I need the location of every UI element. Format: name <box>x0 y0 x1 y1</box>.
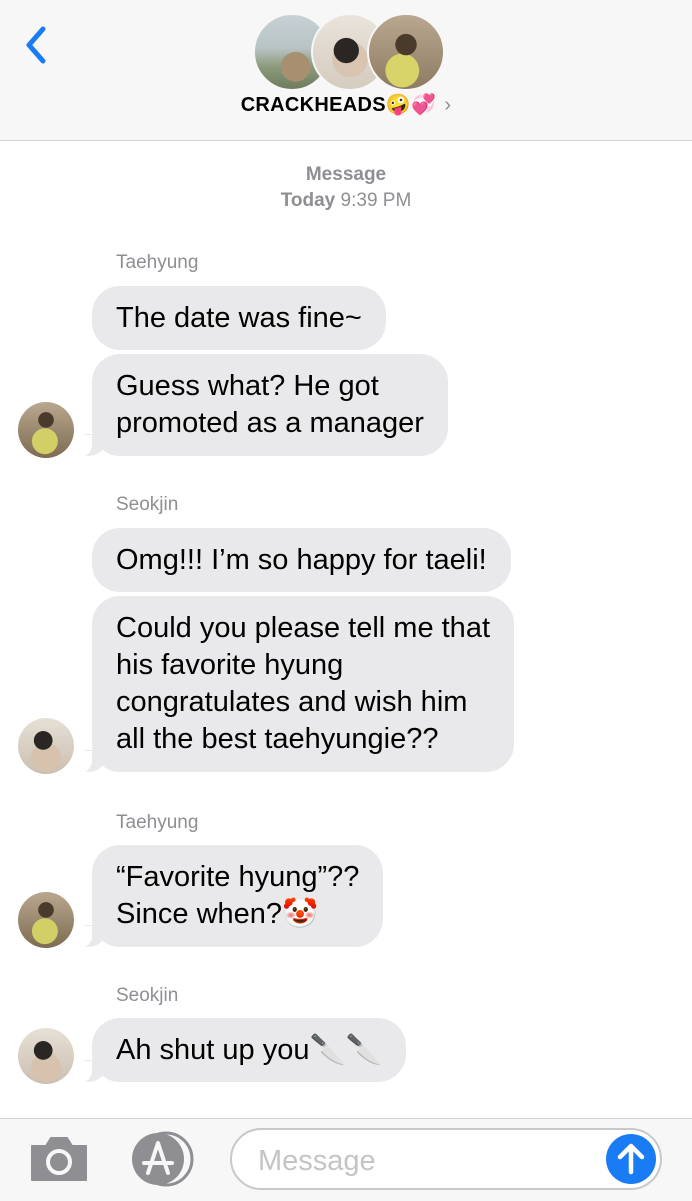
service-label: Message <box>305 164 387 185</box>
message-text: all the best taehyungie?? <box>116 723 439 755</box>
chevron-right-icon: › <box>444 94 452 116</box>
sender-name: Seokjin <box>116 985 179 1006</box>
avatar[interactable] <box>18 1028 74 1084</box>
sender-name: Seokjin <box>116 494 179 515</box>
message-text: his favorite hyung <box>116 649 344 681</box>
message-text: promoted as a manager <box>116 407 424 439</box>
app-store-icon <box>132 1131 194 1187</box>
message-bubble[interactable]: The date was fine~ <box>92 286 386 350</box>
message-text: Could you please tell me that <box>116 612 490 644</box>
message-bubble[interactable]: Could you please tell me that his favori… <box>78 596 514 773</box>
camera-button[interactable] <box>28 1134 90 1184</box>
group-name[interactable]: CRACKHEADS🤪💞 › <box>0 92 692 117</box>
camera-icon <box>31 1137 87 1181</box>
send-arrow-icon <box>617 1143 645 1175</box>
app-store-button[interactable] <box>128 1131 196 1187</box>
avatar[interactable] <box>18 892 74 948</box>
message-bubble[interactable]: Ah shut up you🔪🔪 <box>78 1018 406 1083</box>
back-button[interactable] <box>14 20 58 70</box>
group-title: CRACKHEADS <box>240 94 386 116</box>
message-text: congratulates and wish him <box>116 686 468 718</box>
message-input-bar <box>0 1118 692 1201</box>
sender-name: Taehyung <box>116 252 199 273</box>
sender-name: Taehyung <box>116 812 199 833</box>
group-avatar-3 <box>367 13 445 91</box>
conversation-header: CRACKHEADS🤪💞 › <box>0 0 692 141</box>
message-bubble[interactable]: Guess what? He got promoted as a manager <box>78 354 448 457</box>
avatar[interactable] <box>18 402 74 458</box>
send-button[interactable] <box>606 1134 656 1184</box>
message-text: The date was fine~ <box>116 302 362 334</box>
group-title-emojis: 🤪💞 <box>385 94 437 116</box>
message-text: Since when?🤡 <box>116 898 319 930</box>
conversation-timestamp: Message Today 9:39 PM <box>0 162 692 214</box>
message-text: Omg!!! I’m so happy for taeli! <box>116 544 487 576</box>
avatar[interactable] <box>18 718 74 774</box>
day-label: Today <box>280 190 336 211</box>
chevron-left-icon <box>26 26 46 64</box>
message-text: Ah shut up you🔪🔪 <box>116 1034 382 1066</box>
group-avatars[interactable] <box>253 13 445 91</box>
time-label: 9:39 PM <box>340 190 412 211</box>
message-bubble[interactable]: Omg!!! I’m so happy for taeli! <box>92 528 511 592</box>
message-input[interactable] <box>256 1140 590 1182</box>
message-text: “Favorite hyung”?? <box>116 861 360 893</box>
message-field[interactable] <box>230 1128 662 1190</box>
message-bubble[interactable]: “Favorite hyung”?? Since when?🤡 <box>77 845 384 948</box>
message-text: Guess what? He got <box>116 370 379 402</box>
